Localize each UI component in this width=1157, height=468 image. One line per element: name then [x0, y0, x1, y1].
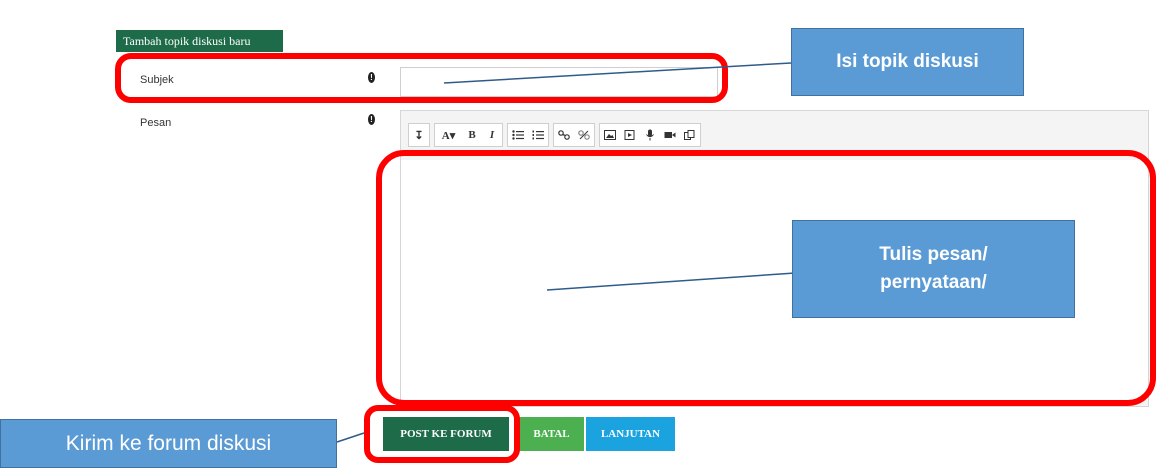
message-callout: Tulis pesan/ pernyataan/	[792, 220, 1075, 318]
message-callout-line2: pernyataan/	[880, 272, 987, 293]
message-callout-line1: Tulis pesan/	[879, 243, 988, 265]
post-callout: Kirim ke forum diskusi	[0, 419, 337, 468]
subject-callout: Isi topik diskusi	[791, 28, 1024, 96]
